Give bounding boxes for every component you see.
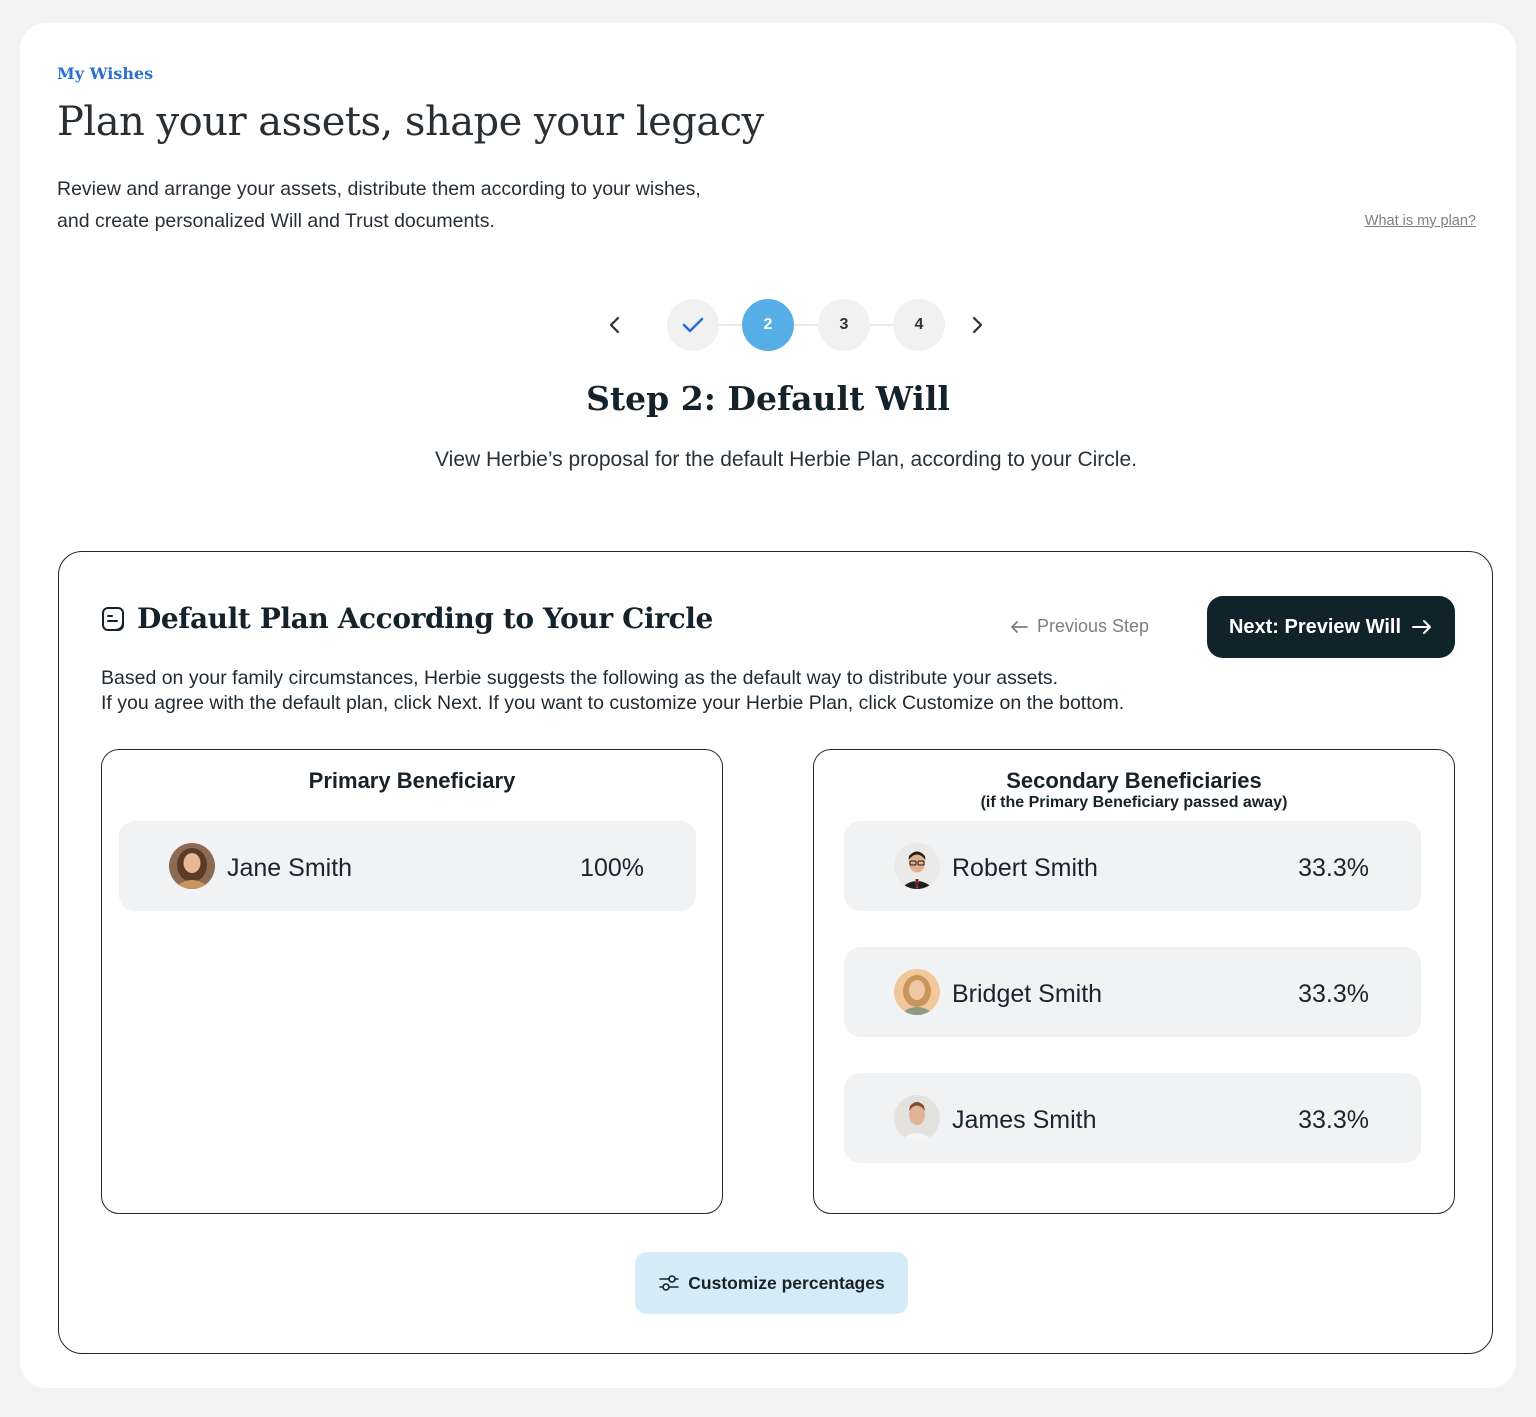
- customize-label: Customize percentages: [688, 1272, 885, 1293]
- arrow-left-icon: [1011, 620, 1028, 633]
- page-description: Review and arrange your assets, distribu…: [57, 173, 817, 237]
- beneficiary-percent: 33.3%: [1298, 980, 1369, 1008]
- page-description-line: and create personalized Will and Trust d…: [57, 210, 495, 232]
- beneficiary-name: Jane Smith: [227, 854, 353, 882]
- beneficiary-row-robert-smith[interactable]: Robert Smith 33.3%: [844, 821, 1421, 911]
- what-is-my-plan-link[interactable]: What is my plan?: [1365, 213, 1476, 229]
- step-1-completed[interactable]: [667, 299, 719, 351]
- step-3[interactable]: 3: [818, 299, 870, 351]
- stepper-next-button[interactable]: [962, 310, 992, 340]
- step-2[interactable]: 2: [742, 299, 794, 351]
- beneficiary-percent: 100%: [580, 854, 644, 882]
- previous-step-button[interactable]: Previous Step: [1009, 616, 1149, 637]
- secondary-beneficiaries-title: Secondary Beneficiaries: [1006, 768, 1262, 793]
- arrow-right-icon: [1412, 620, 1432, 634]
- card-title: Default Plan According to Your Circle: [137, 602, 713, 635]
- sliders-icon: [659, 1275, 680, 1291]
- page-title: Plan your assets, shape your legacy: [57, 99, 764, 145]
- beneficiary-name: Robert Smith: [952, 854, 1098, 882]
- beneficiary-name: Bridget Smith: [952, 980, 1103, 1008]
- card-description: Based on your family circumstances, Herb…: [101, 666, 1401, 716]
- card-description-line: Based on your family circumstances, Herb…: [101, 667, 1059, 689]
- customize-percentages-button[interactable]: Customize percentages: [635, 1252, 908, 1314]
- secondary-beneficiaries-subtitle: (if the Primary Beneficiary passed away): [980, 794, 1288, 811]
- step-4[interactable]: 4: [893, 299, 945, 351]
- avatar: [894, 1095, 940, 1141]
- secondary-beneficiaries-panel: Secondary Beneficiaries (if the Primary …: [813, 749, 1455, 1214]
- document-icon: [102, 606, 124, 631]
- chevron-right-icon: [972, 316, 983, 334]
- avatar: [169, 843, 215, 889]
- previous-step-label: Previous Step: [1037, 616, 1150, 636]
- stepper-prev-button[interactable]: [600, 310, 630, 340]
- chevron-left-icon: [609, 316, 620, 334]
- default-plan-card: Default Plan According to Your Circle Pr…: [58, 551, 1493, 1354]
- breadcrumb[interactable]: My Wishes: [57, 64, 153, 83]
- stepper: 2 3 4: [600, 298, 983, 352]
- step-title: Step 2: Default Will: [586, 379, 950, 418]
- beneficiary-name: James Smith: [952, 1106, 1097, 1134]
- beneficiary-row-james-smith[interactable]: James Smith 33.3%: [844, 1073, 1421, 1163]
- primary-beneficiary-title: Primary Beneficiary: [308, 768, 516, 793]
- beneficiary-percent: 33.3%: [1298, 854, 1369, 882]
- beneficiary-row-bridget-smith[interactable]: Bridget Smith 33.3%: [844, 947, 1421, 1037]
- step-description: View Herbie’s proposal for the default H…: [435, 448, 1137, 471]
- check-icon: [682, 317, 704, 333]
- next-button-label: Next: Preview Will: [1228, 615, 1402, 638]
- card-description-line: If you agree with the default plan, clic…: [101, 692, 1125, 714]
- main-panel: My Wishes Plan your assets, shape your l…: [20, 23, 1516, 1388]
- next-preview-will-button[interactable]: Next: Preview Will: [1207, 596, 1455, 658]
- avatar: [894, 843, 940, 889]
- avatar: [894, 969, 940, 1015]
- card-header: Default Plan According to Your Circle: [101, 602, 713, 635]
- beneficiary-percent: 33.3%: [1298, 1106, 1369, 1134]
- page-description-line: Review and arrange your assets, distribu…: [57, 178, 701, 200]
- primary-beneficiary-panel: Primary Beneficiary Jane Smith 100%: [101, 749, 723, 1214]
- beneficiary-row-jane-smith[interactable]: Jane Smith 100%: [119, 821, 696, 911]
